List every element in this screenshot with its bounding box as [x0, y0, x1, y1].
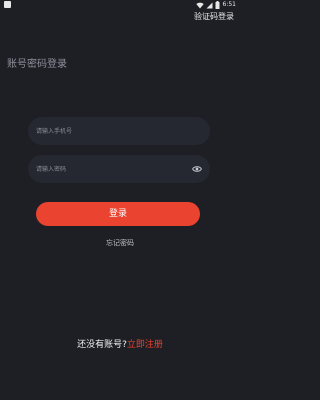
- signal-icon: [206, 2, 213, 8]
- page-title: 账号密码登录: [7, 59, 67, 70]
- status-time: 6:51: [222, 1, 236, 8]
- status-indicators: 6:51: [195, 0, 236, 10]
- sms-code-login-link[interactable]: 验证码登录: [194, 11, 234, 23]
- phone-input[interactable]: [36, 117, 186, 145]
- phone-field: [28, 117, 210, 145]
- register-question: 还没有账号?: [77, 340, 127, 350]
- wifi-icon: [195, 2, 204, 8]
- battery-icon: [215, 1, 220, 9]
- login-button[interactable]: 登录: [36, 202, 200, 226]
- register-row: 还没有账号?立即注册: [0, 338, 240, 352]
- password-input[interactable]: [36, 155, 186, 183]
- register-link[interactable]: 立即注册: [127, 340, 163, 350]
- eye-icon[interactable]: [192, 165, 202, 173]
- forgot-password-row: 忘记密码: [0, 237, 240, 249]
- forgot-password-link[interactable]: 忘记密码: [106, 239, 134, 247]
- status-bar: 6:51: [0, 0, 240, 10]
- notification-icon: [4, 1, 11, 8]
- login-screen: 6:51 验证码登录 账号密码登录 登录 忘记密码 还没有账号?立即注册: [0, 0, 240, 400]
- password-field: [28, 155, 210, 183]
